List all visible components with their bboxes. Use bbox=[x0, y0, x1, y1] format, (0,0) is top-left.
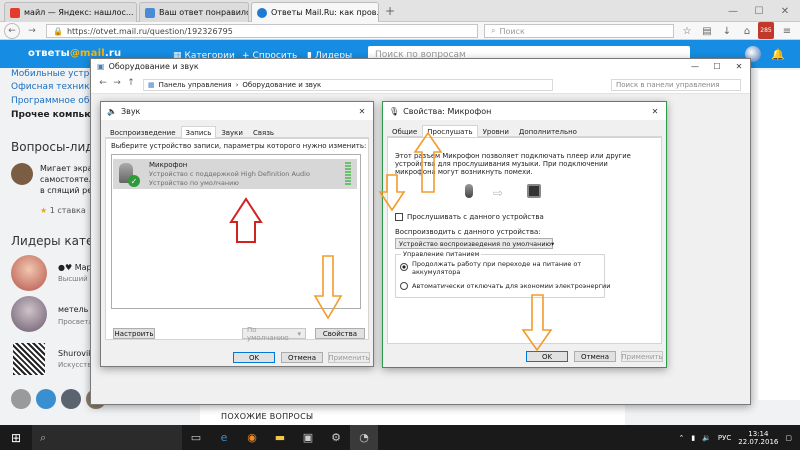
orange-arrow-listen-tab bbox=[413, 131, 443, 193]
network-icon[interactable]: ▮ bbox=[691, 434, 695, 442]
explorer-icon[interactable]: ▬ bbox=[266, 425, 294, 450]
firefox-icon[interactable]: ◉ bbox=[238, 425, 266, 450]
notifications-icon[interactable]: ▢ bbox=[785, 434, 792, 442]
taskbar: ⊞ ⌕ ▭ e ◉ ▬ ▣ ⚙ ◔ ⌃ ▮ 🔉 РУС 13:14 22.07.… bbox=[0, 425, 800, 450]
system-tray: ⌃ ▮ 🔉 РУС 13:14 22.07.2016 ▢ bbox=[678, 430, 800, 446]
tray-up-icon[interactable]: ⌃ bbox=[678, 434, 684, 442]
control-panel-task-icon[interactable]: ◔ bbox=[350, 425, 378, 450]
taskbar-search[interactable]: ⌕ bbox=[32, 425, 182, 450]
orange-arrow-properties bbox=[313, 255, 343, 320]
red-arrow-up bbox=[229, 197, 263, 243]
search-icon: ⌕ bbox=[40, 430, 47, 444]
orange-arrow-ok bbox=[521, 294, 553, 352]
store-icon[interactable]: ▣ bbox=[294, 425, 322, 450]
edge-icon[interactable]: e bbox=[210, 425, 238, 450]
keyboard-language[interactable]: РУС bbox=[718, 434, 731, 442]
orange-arrow-checkbox bbox=[378, 174, 406, 212]
annotation-overlay bbox=[229, 131, 553, 352]
volume-icon[interactable]: 🔉 bbox=[702, 434, 711, 442]
settings-icon[interactable]: ⚙ bbox=[322, 425, 350, 450]
clock[interactable]: 13:14 22.07.2016 bbox=[738, 430, 778, 446]
task-view-icon[interactable]: ▭ bbox=[182, 425, 210, 450]
windows-start-icon[interactable]: ⊞ bbox=[0, 425, 32, 450]
